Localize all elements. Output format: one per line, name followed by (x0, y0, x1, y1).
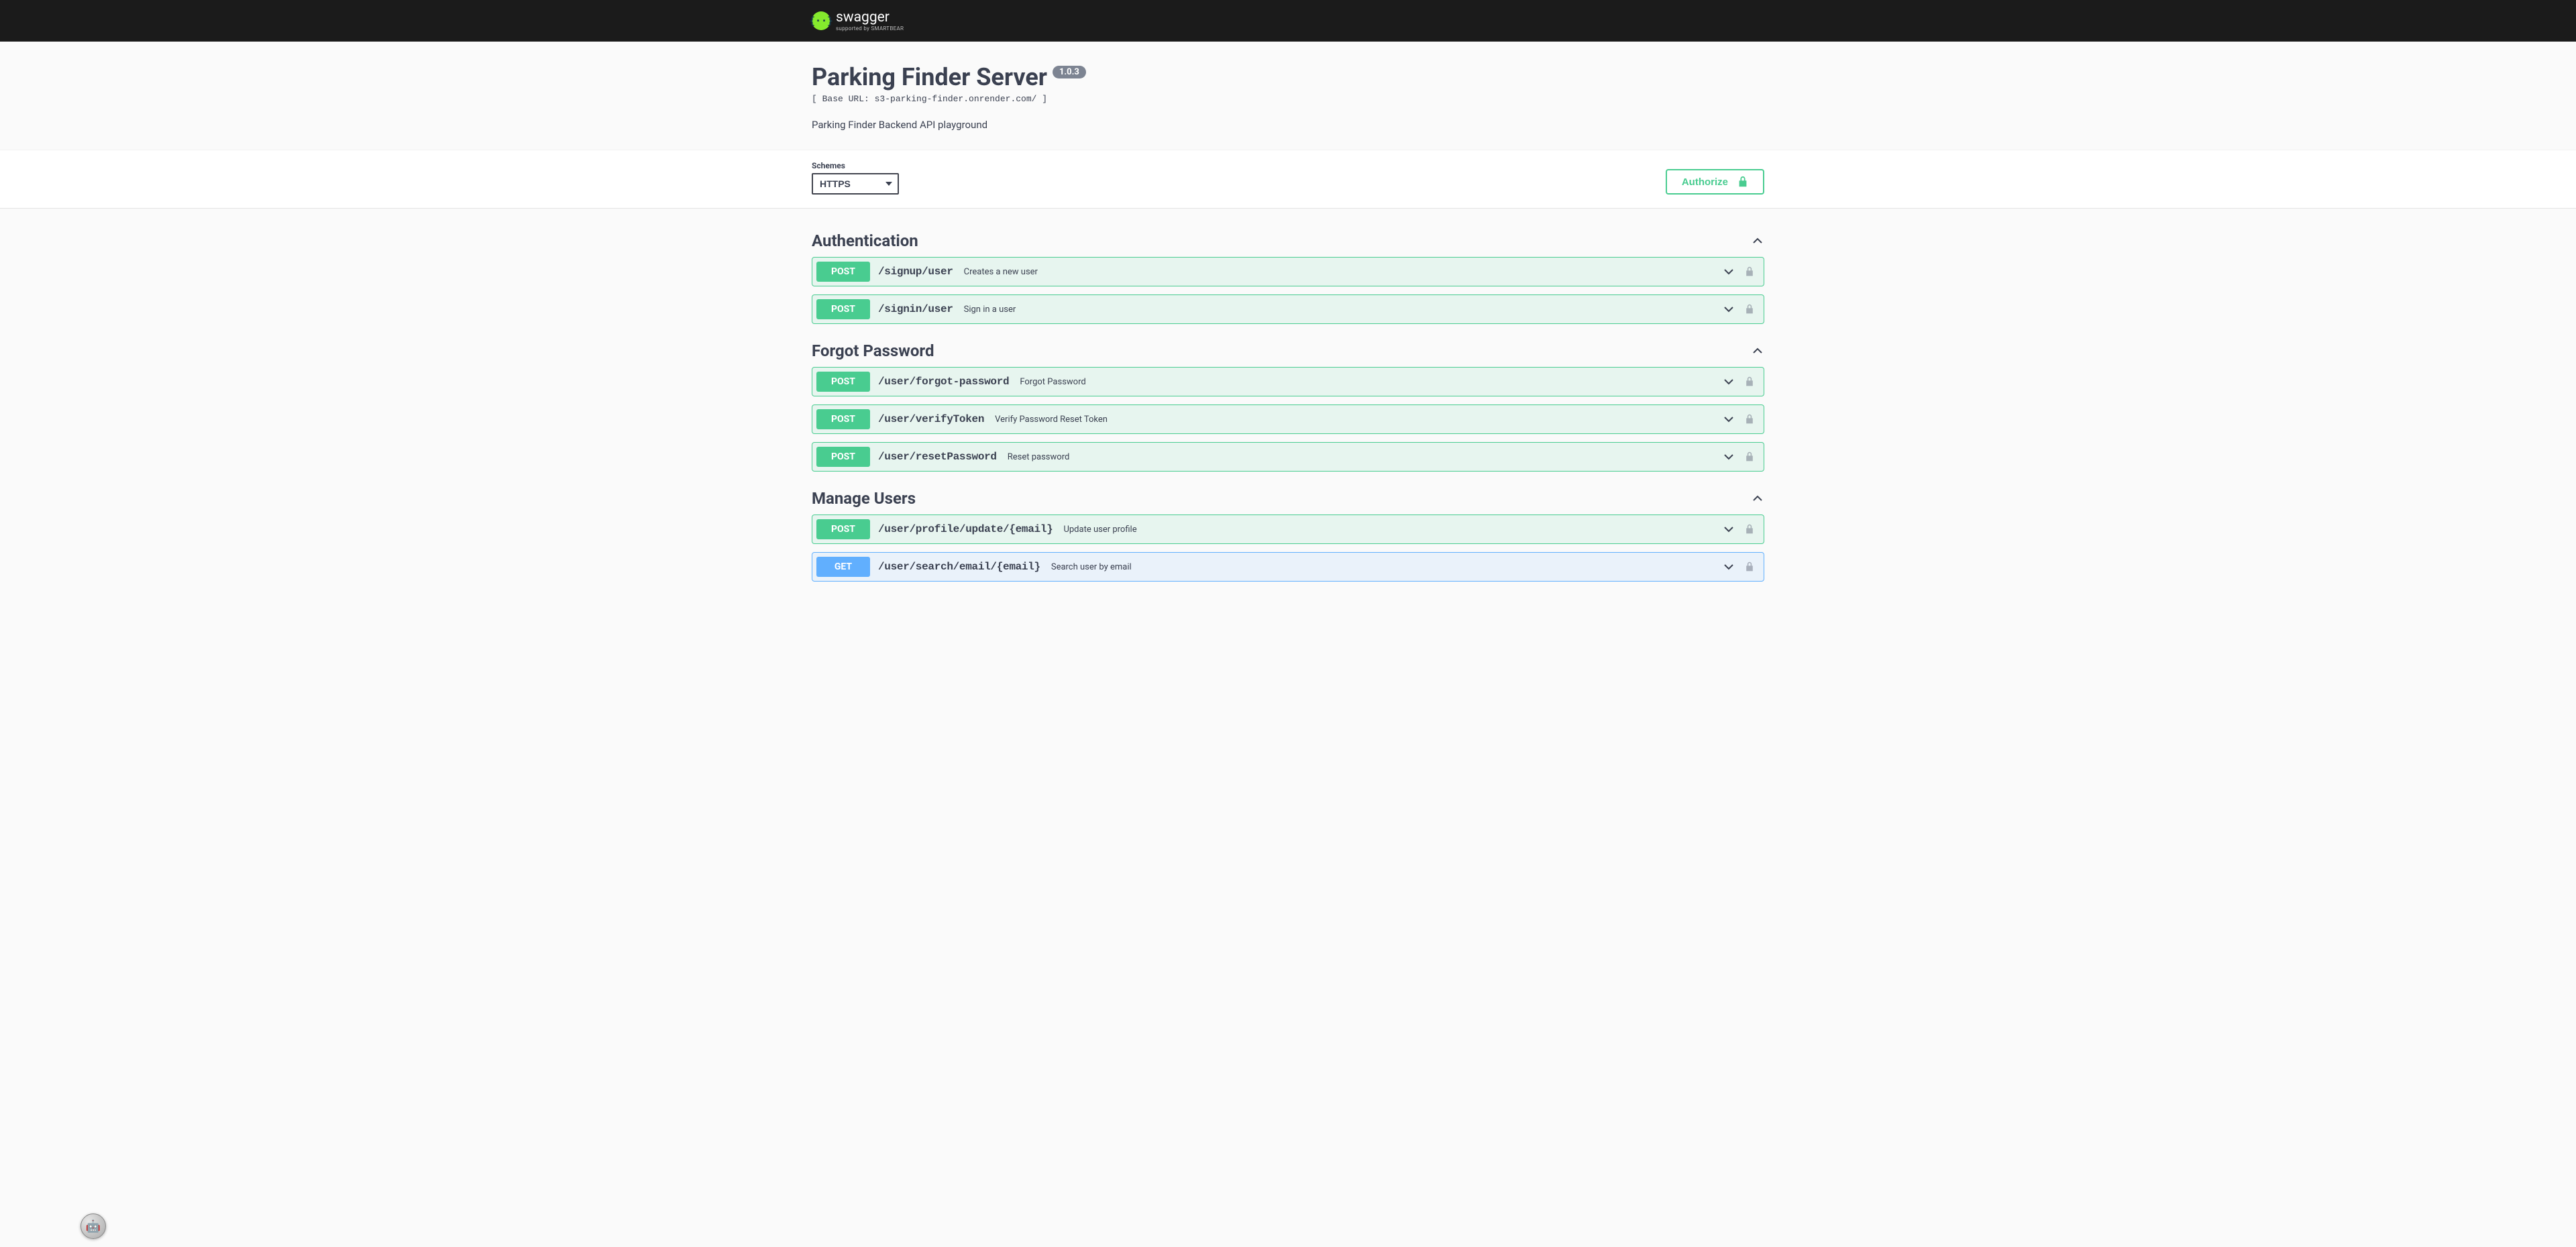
operation-path: /user/resetPassword (878, 451, 997, 463)
version-badge: 1.0.3 (1053, 66, 1086, 78)
method-badge: POST (816, 519, 870, 539)
operation-path: /signin/user (878, 303, 953, 315)
operation-summary: Sign in a user (964, 305, 1016, 315)
chevron-down-icon (1722, 560, 1735, 574)
scheme-section: Schemes HTTPS Authorize (0, 150, 2576, 209)
lock-icon (1745, 561, 1754, 572)
chevron-down-icon (1722, 265, 1735, 278)
operation-path: /user/forgot-password (878, 376, 1009, 388)
operation-row[interactable]: POST/user/verifyToken Verify Password Res… (812, 404, 1764, 434)
operation-row[interactable]: POST/user/resetPassword Reset password (812, 442, 1764, 472)
operation-path: /user/profile/update/{email} (878, 523, 1053, 535)
authorize-button-label: Authorize (1682, 176, 1728, 188)
topbar: {··} swagger supported by SMARTBEAR (0, 0, 2576, 42)
operation-row[interactable]: GET/user/search/email/{email} Search user… (812, 552, 1764, 582)
robot-icon: 🤖 (86, 1219, 101, 1234)
operation-row[interactable]: POST/user/forgot-password Forgot Password (812, 367, 1764, 396)
operation-summary: Update user profile (1063, 525, 1136, 535)
authorize-button[interactable]: Authorize (1666, 169, 1764, 195)
chevron-up-icon (1751, 234, 1764, 248)
operation-summary: Reset password (1008, 452, 1070, 462)
method-badge: POST (816, 409, 870, 429)
lock-icon (1745, 304, 1754, 315)
operation-summary: Verify Password Reset Token (995, 415, 1108, 425)
chevron-up-icon (1751, 492, 1764, 505)
schemes-label: Schemes (812, 161, 899, 170)
schemes-select[interactable]: HTTPS (812, 173, 899, 195)
info-section: Parking Finder Server 1.0.3 [ Base URL: … (0, 42, 2576, 150)
chevron-down-icon (1722, 450, 1735, 464)
method-badge: GET (816, 557, 870, 577)
tag-header[interactable]: Forgot Password (812, 332, 1764, 367)
base-url: [ Base URL: s3-parking-finder.onrender.c… (812, 94, 1764, 104)
api-title: Parking Finder Server 1.0.3 (812, 63, 1764, 91)
lock-icon (1745, 414, 1754, 425)
tag-title: Manage Users (812, 489, 916, 508)
operation-row[interactable]: POST/signup/user Creates a new user (812, 257, 1764, 286)
method-badge: POST (816, 299, 870, 319)
chevron-down-icon (1722, 413, 1735, 426)
chevron-down-icon (1722, 303, 1735, 316)
operation-path: /user/search/email/{email} (878, 561, 1040, 573)
operation-path: /user/verifyToken (878, 413, 984, 425)
tag-header[interactable]: Authentication (812, 222, 1764, 257)
tag-title: Authentication (812, 231, 918, 250)
lock-icon (1745, 376, 1754, 387)
operation-summary: Forgot Password (1020, 377, 1085, 387)
method-badge: POST (816, 372, 870, 392)
floating-robot-badge[interactable]: 🤖 (80, 1213, 106, 1239)
lock-icon (1745, 524, 1754, 535)
swagger-logo[interactable]: {··} swagger supported by SMARTBEAR (812, 11, 904, 32)
operation-row[interactable]: POST/user/profile/update/{email} Update u… (812, 514, 1764, 544)
chevron-up-icon (1751, 344, 1764, 358)
tag-header[interactable]: Manage Users (812, 480, 1764, 514)
operation-path: /signup/user (878, 266, 953, 278)
operations-section: Authentication POST/signup/user Creates a … (0, 209, 2576, 616)
method-badge: POST (816, 447, 870, 467)
chevron-down-icon (1722, 375, 1735, 388)
swagger-logo-sub: supported by SMARTBEAR (836, 26, 904, 32)
swagger-logo-text: swagger (836, 11, 904, 25)
swagger-badge-icon: {··} (812, 11, 830, 30)
lock-icon (1737, 176, 1748, 188)
api-description: Parking Finder Backend API playground (812, 119, 1764, 131)
lock-icon (1745, 451, 1754, 462)
operation-row[interactable]: POST/signin/user Sign in a user (812, 294, 1764, 324)
method-badge: POST (816, 262, 870, 282)
tag-title: Forgot Password (812, 341, 934, 360)
chevron-down-icon (1722, 523, 1735, 536)
lock-icon (1745, 266, 1754, 277)
api-title-text: Parking Finder Server (812, 63, 1047, 91)
operation-summary: Creates a new user (964, 267, 1038, 277)
operation-summary: Search user by email (1051, 562, 1132, 572)
